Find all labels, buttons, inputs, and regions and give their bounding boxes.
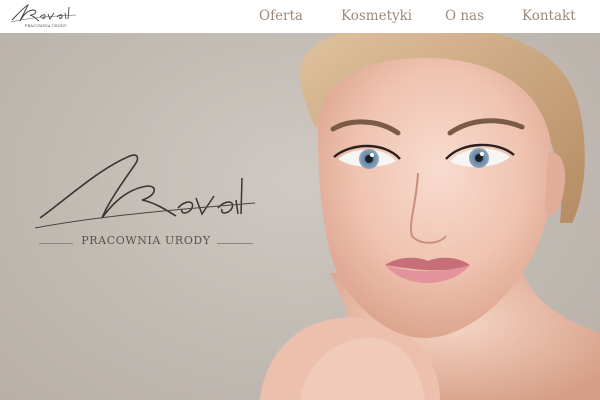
brand-logo[interactable]: PRACOWNIA URODY	[8, 2, 78, 30]
nav-item-oferta[interactable]: Oferta	[259, 8, 303, 24]
tagline-divider-left	[39, 243, 73, 244]
brand-tagline: PRACOWNIA URODY	[25, 24, 67, 28]
nav-item-kontakt[interactable]: Kontakt	[522, 8, 576, 24]
tagline-divider-right	[217, 243, 253, 244]
nav-item-kosmetyki[interactable]: Kosmetyki	[341, 8, 412, 24]
hero-banner: PRACOWNIA URODY	[0, 33, 600, 400]
hero-tagline: PRACOWNIA URODY	[81, 234, 211, 247]
site-header: PRACOWNIA URODY Oferta Kosmetyki O nas K…	[0, 0, 600, 33]
hero-script-logo	[34, 154, 256, 229]
nav-item-o-nas[interactable]: O nas	[445, 8, 484, 24]
hero-logo: PRACOWNIA URODY	[30, 148, 265, 248]
brand-script-logo	[10, 3, 77, 23]
